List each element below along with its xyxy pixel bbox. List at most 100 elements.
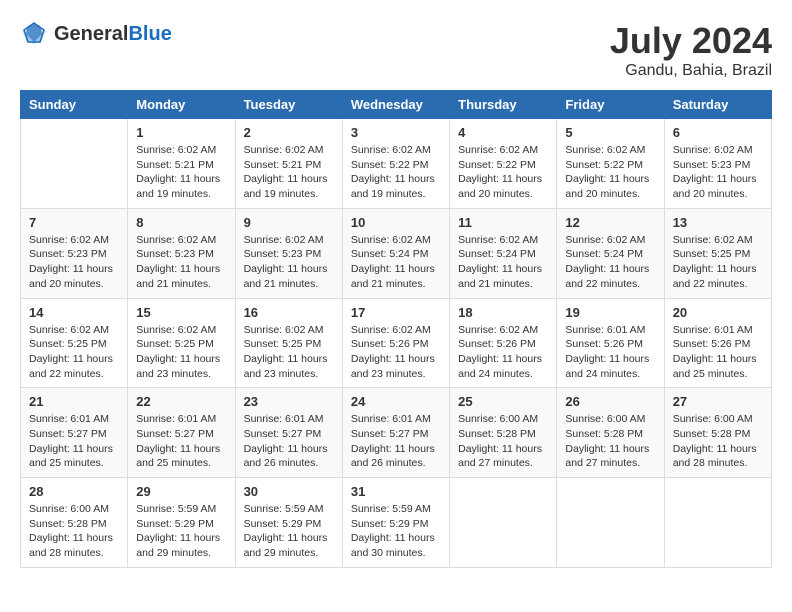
day-info: Sunrise: 6:02 AMSunset: 5:25 PMDaylight:… <box>136 323 226 382</box>
location-subtitle: Gandu, Bahia, Brazil <box>610 62 772 80</box>
logo-blue: Blue <box>128 23 171 46</box>
calendar-cell <box>450 478 557 568</box>
day-number: 7 <box>29 215 119 230</box>
calendar-table: SundayMondayTuesdayWednesdayThursdayFrid… <box>20 90 772 568</box>
day-number: 29 <box>136 484 226 499</box>
day-number: 21 <box>29 394 119 409</box>
column-header-friday: Friday <box>557 91 664 119</box>
day-number: 28 <box>29 484 119 499</box>
column-header-saturday: Saturday <box>664 91 771 119</box>
calendar-cell: 7Sunrise: 6:02 AMSunset: 5:23 PMDaylight… <box>21 208 128 298</box>
calendar-week-4: 21 Sunrise: 6:01 AMSunset: 5:27 PMDayligh… <box>21 388 772 478</box>
title-section: July 2024 Gandu, Bahia, Brazil <box>610 20 772 80</box>
logo-general: General <box>54 23 128 46</box>
day-info: Sunrise: 6:02 AMSunset: 5:22 PMDaylight:… <box>458 143 548 202</box>
day-info: Sunrise: 5:59 AMSunset: 5:29 PMDaylight:… <box>351 502 441 561</box>
day-info: Sunrise: 6:02 AMSunset: 5:26 PMDaylight:… <box>458 323 548 382</box>
day-info: Sunrise: 6:02 AMSunset: 5:22 PMDaylight:… <box>351 143 441 202</box>
logo-icon <box>20 20 48 48</box>
calendar-cell: 4 Sunrise: 6:02 AMSunset: 5:22 PMDaylight… <box>450 119 557 209</box>
day-number: 23 <box>244 394 334 409</box>
calendar-cell: 9Sunrise: 6:02 AMSunset: 5:23 PMDaylight… <box>235 208 342 298</box>
day-info: Sunrise: 6:00 AMSunset: 5:28 PMDaylight:… <box>29 502 119 561</box>
day-number: 30 <box>244 484 334 499</box>
month-year-title: July 2024 <box>610 20 772 62</box>
calendar-cell: 11 Sunrise: 6:02 AMSunset: 5:24 PMDayligh… <box>450 208 557 298</box>
logo: GeneralBlue <box>20 20 172 48</box>
column-header-monday: Monday <box>128 91 235 119</box>
calendar-cell: 5Sunrise: 6:02 AMSunset: 5:22 PMDaylight… <box>557 119 664 209</box>
calendar-cell <box>21 119 128 209</box>
calendar-cell: 30 Sunrise: 5:59 AMSunset: 5:29 PMDayligh… <box>235 478 342 568</box>
day-number: 15 <box>136 305 226 320</box>
calendar-cell: 31 Sunrise: 5:59 AMSunset: 5:29 PMDayligh… <box>342 478 449 568</box>
day-info: Sunrise: 6:02 AMSunset: 5:25 PMDaylight:… <box>29 323 119 382</box>
calendar-cell: 3 Sunrise: 6:02 AMSunset: 5:22 PMDaylight… <box>342 119 449 209</box>
day-number: 18 <box>458 305 548 320</box>
calendar-week-3: 14 Sunrise: 6:02 AMSunset: 5:25 PMDayligh… <box>21 298 772 388</box>
day-number: 5 <box>565 125 655 140</box>
day-number: 14 <box>29 305 119 320</box>
calendar-cell: 20Sunrise: 6:01 AMSunset: 5:26 PMDayligh… <box>664 298 771 388</box>
calendar-cell: 1 Sunrise: 6:02 AMSunset: 5:21 PMDaylight… <box>128 119 235 209</box>
day-number: 10 <box>351 215 441 230</box>
page-header: GeneralBlue July 2024 Gandu, Bahia, Braz… <box>20 20 772 80</box>
calendar-cell: 22 Sunrise: 6:01 AMSunset: 5:27 PMDayligh… <box>128 388 235 478</box>
column-header-tuesday: Tuesday <box>235 91 342 119</box>
calendar-cell <box>557 478 664 568</box>
day-number: 2 <box>244 125 334 140</box>
day-number: 24 <box>351 394 441 409</box>
calendar-week-2: 7 Sunrise: 6:02 AMSunset: 5:23 PMDaylight… <box>21 208 772 298</box>
day-info: Sunrise: 5:59 AMSunset: 5:29 PMDaylight:… <box>244 502 334 561</box>
day-number: 22 <box>136 394 226 409</box>
day-number: 4 <box>458 125 548 140</box>
day-number: 1 <box>136 125 226 140</box>
day-info: Sunrise: 6:02 AMSunset: 5:21 PMDaylight:… <box>244 143 334 202</box>
calendar-cell: 26Sunrise: 6:00 AMSunset: 5:28 PMDayligh… <box>557 388 664 478</box>
column-header-sunday: Sunday <box>21 91 128 119</box>
day-info: Sunrise: 6:02 AMSunset: 5:23 PMDaylight:… <box>244 233 334 292</box>
calendar-cell: 2 Sunrise: 6:02 AMSunset: 5:21 PMDaylight… <box>235 119 342 209</box>
calendar-cell <box>664 478 771 568</box>
day-info: Sunrise: 6:02 AMSunset: 5:21 PMDaylight:… <box>136 143 226 202</box>
day-info: Sunrise: 6:02 AMSunset: 5:25 PMDaylight:… <box>673 233 763 292</box>
calendar-cell: 14 Sunrise: 6:02 AMSunset: 5:25 PMDayligh… <box>21 298 128 388</box>
day-info: Sunrise: 6:02 AMSunset: 5:23 PMDaylight:… <box>673 143 763 202</box>
day-info: Sunrise: 6:02 AMSunset: 5:23 PMDaylight:… <box>136 233 226 292</box>
day-number: 6 <box>673 125 763 140</box>
day-number: 19 <box>565 305 655 320</box>
calendar-cell: 23Sunrise: 6:01 AMSunset: 5:27 PMDayligh… <box>235 388 342 478</box>
day-info: Sunrise: 6:02 AMSunset: 5:24 PMDaylight:… <box>458 233 548 292</box>
day-info: Sunrise: 6:01 AMSunset: 5:26 PMDaylight:… <box>673 323 763 382</box>
calendar-cell: 15 Sunrise: 6:02 AMSunset: 5:25 PMDayligh… <box>128 298 235 388</box>
calendar-cell: 13Sunrise: 6:02 AMSunset: 5:25 PMDayligh… <box>664 208 771 298</box>
calendar-cell: 29Sunrise: 5:59 AMSunset: 5:29 PMDayligh… <box>128 478 235 568</box>
calendar-cell: 8 Sunrise: 6:02 AMSunset: 5:23 PMDaylight… <box>128 208 235 298</box>
day-info: Sunrise: 6:02 AMSunset: 5:24 PMDaylight:… <box>351 233 441 292</box>
day-info: Sunrise: 6:01 AMSunset: 5:27 PMDaylight:… <box>136 412 226 471</box>
calendar-cell: 27Sunrise: 6:00 AMSunset: 5:28 PMDayligh… <box>664 388 771 478</box>
calendar-cell: 16 Sunrise: 6:02 AMSunset: 5:25 PMDayligh… <box>235 298 342 388</box>
day-number: 16 <box>244 305 334 320</box>
day-info: Sunrise: 6:00 AMSunset: 5:28 PMDaylight:… <box>673 412 763 471</box>
calendar-header-row: SundayMondayTuesdayWednesdayThursdayFrid… <box>21 91 772 119</box>
day-info: Sunrise: 6:00 AMSunset: 5:28 PMDaylight:… <box>458 412 548 471</box>
day-number: 26 <box>565 394 655 409</box>
day-info: Sunrise: 6:01 AMSunset: 5:27 PMDaylight:… <box>29 412 119 471</box>
day-info: Sunrise: 6:02 AMSunset: 5:25 PMDaylight:… <box>244 323 334 382</box>
day-number: 3 <box>351 125 441 140</box>
day-number: 11 <box>458 215 548 230</box>
day-info: Sunrise: 6:01 AMSunset: 5:27 PMDaylight:… <box>351 412 441 471</box>
calendar-cell: 12Sunrise: 6:02 AMSunset: 5:24 PMDayligh… <box>557 208 664 298</box>
logo-text: GeneralBlue <box>54 23 172 46</box>
column-header-thursday: Thursday <box>450 91 557 119</box>
column-header-wednesday: Wednesday <box>342 91 449 119</box>
day-number: 31 <box>351 484 441 499</box>
calendar-cell: 28 Sunrise: 6:00 AMSunset: 5:28 PMDayligh… <box>21 478 128 568</box>
calendar-cell: 17 Sunrise: 6:02 AMSunset: 5:26 PMDayligh… <box>342 298 449 388</box>
day-number: 12 <box>565 215 655 230</box>
day-number: 17 <box>351 305 441 320</box>
day-info: Sunrise: 6:02 AMSunset: 5:26 PMDaylight:… <box>351 323 441 382</box>
day-number: 8 <box>136 215 226 230</box>
calendar-cell: 19Sunrise: 6:01 AMSunset: 5:26 PMDayligh… <box>557 298 664 388</box>
